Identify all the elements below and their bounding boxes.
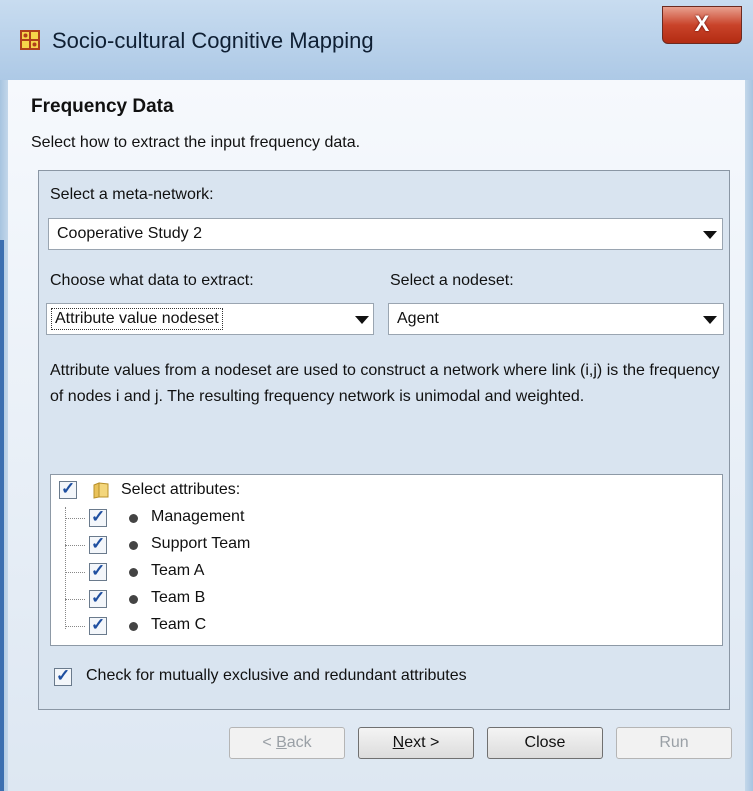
page-heading: Frequency Data <box>31 96 174 117</box>
title-bar[interactable]: Socio-cultural Cognitive Mapping X <box>0 0 753 80</box>
nodeset-value: Agent <box>397 310 439 327</box>
meta-network-select[interactable]: Cooperative Study 2 <box>48 218 723 250</box>
page-subheading: Select how to extract the input frequenc… <box>31 134 361 151</box>
exclusive-attributes-label[interactable]: Check for mutually exclusive and redunda… <box>86 667 467 685</box>
extraction-description: Attribute values from a nodeset are used… <box>50 362 720 405</box>
bullet-icon <box>129 622 138 631</box>
folder-icon <box>93 482 109 499</box>
back-prefix: < <box>262 734 277 751</box>
back-mnemonic: B <box>276 734 287 751</box>
bullet-icon <box>129 595 138 604</box>
extract-label: Choose what data to extract: <box>50 272 254 289</box>
attribute-label[interactable]: Team B <box>151 589 205 607</box>
attribute-label[interactable]: Team A <box>151 562 204 580</box>
tree-connector <box>65 518 85 519</box>
tree-connector <box>65 599 85 600</box>
attribute-label[interactable]: Team C <box>151 616 206 634</box>
nodeset-select[interactable]: Agent <box>388 303 724 335</box>
exclusive-attributes-checkbox[interactable] <box>54 666 72 686</box>
attribute-label[interactable]: Support Team <box>151 535 250 553</box>
attribute-tree[interactable]: Select attributes: Management Support Te… <box>50 474 723 646</box>
close-button[interactable]: Close <box>487 727 603 759</box>
select-attributes-checkbox[interactable] <box>59 479 77 499</box>
tree-connector <box>65 572 85 573</box>
attribute-checkbox-management[interactable] <box>89 507 107 527</box>
back-button[interactable]: < Back <box>229 727 345 759</box>
bullet-icon <box>129 514 138 523</box>
meta-network-value: Cooperative Study 2 <box>57 225 202 242</box>
window-title: Socio-cultural Cognitive Mapping <box>52 28 374 53</box>
bullet-icon <box>129 541 138 550</box>
attribute-checkbox-team-c[interactable] <box>89 615 107 635</box>
app-icon <box>20 30 40 50</box>
dropdown-arrow-icon <box>703 316 717 324</box>
tree-connector <box>65 545 85 546</box>
next-mnemonic: N <box>392 734 405 751</box>
extract-select[interactable]: Attribute value nodeset <box>46 303 374 335</box>
run-button[interactable]: Run <box>616 727 732 759</box>
tree-connector <box>65 626 85 627</box>
extract-value: Attribute value nodeset <box>51 308 223 330</box>
dropdown-arrow-icon <box>355 316 369 324</box>
bullet-icon <box>129 568 138 577</box>
dialog-window: Socio-cultural Cognitive Mapping X Frequ… <box>0 0 753 791</box>
next-rest: ext > <box>404 734 440 751</box>
attribute-checkbox-team-a[interactable] <box>89 561 107 581</box>
window-right-border <box>745 80 753 791</box>
tree-root-label: Select attributes: <box>121 481 241 498</box>
dropdown-arrow-icon <box>703 231 717 239</box>
attribute-label[interactable]: Management <box>151 508 244 526</box>
attribute-checkbox-team-b[interactable] <box>89 588 107 608</box>
meta-network-label: Select a meta-network: <box>50 186 214 203</box>
next-button[interactable]: Next > <box>358 727 474 759</box>
back-rest: ack <box>286 734 312 751</box>
nodeset-label: Select a nodeset: <box>390 272 514 289</box>
attribute-checkbox-support-team[interactable] <box>89 534 107 554</box>
close-icon: X <box>694 11 710 36</box>
tree-connector <box>65 507 66 629</box>
window-left-border <box>0 80 8 791</box>
window-close-button[interactable]: X <box>662 6 742 44</box>
